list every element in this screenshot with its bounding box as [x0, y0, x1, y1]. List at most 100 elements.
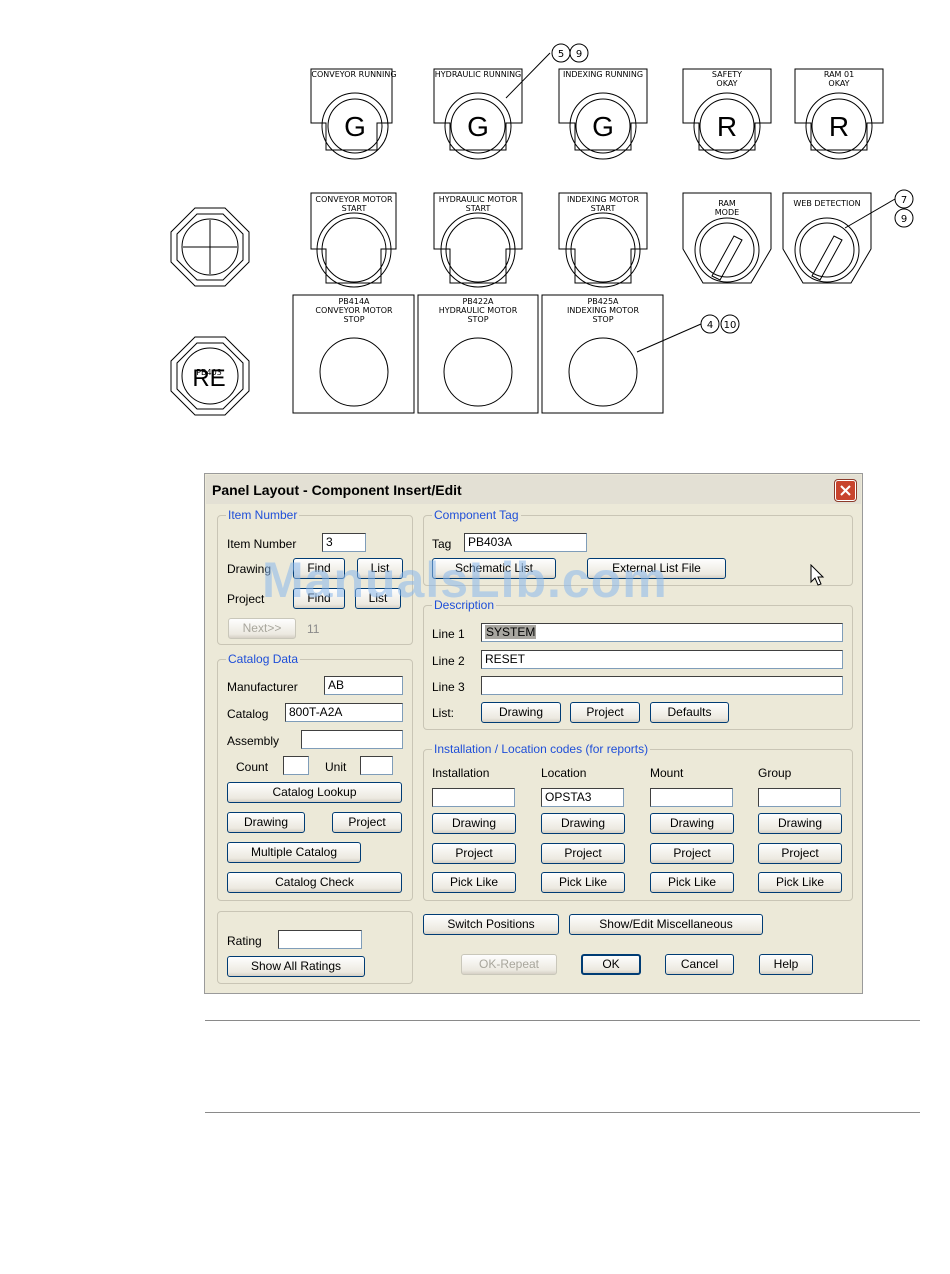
stop-button-indexing: PB425A INDEXING MOTOR STOP — [541, 294, 664, 414]
pilot-light-indexing-running: INDEXING RUNNING G — [558, 68, 648, 160]
catalog-field[interactable]: 800T-A2A — [285, 703, 403, 722]
selector-label-2: MODE — [715, 208, 739, 217]
show-all-ratings-button[interactable]: Show All Ratings — [227, 956, 365, 977]
light-label: SAFETY — [712, 70, 742, 79]
catalog-lookup-button[interactable]: Catalog Lookup — [227, 782, 402, 803]
callout-number: 5 — [558, 49, 564, 60]
catalog-project-button[interactable]: Project — [332, 812, 402, 833]
stop-label-2: STOP — [343, 315, 364, 324]
manufacturer-field[interactable]: AB — [324, 676, 403, 695]
unit-label: Unit — [325, 760, 347, 774]
callout-number: 9 — [576, 49, 582, 60]
drawing-find-button[interactable]: Find — [293, 558, 345, 579]
next-button[interactable]: Next>> — [228, 618, 296, 639]
button-label-2: START — [342, 204, 367, 213]
stop-label-2: STOP — [592, 315, 613, 324]
close-button[interactable] — [835, 480, 856, 501]
item-number-legend: Item Number — [226, 508, 300, 522]
pushbutton-hydraulic-motor-start: HYDRAULIC MOTOR START — [433, 192, 523, 288]
mount-field[interactable] — [650, 788, 733, 807]
callout-number: 4 — [707, 320, 713, 331]
group-label: Group — [758, 766, 792, 780]
installation-pick-like-button[interactable]: Pick Like — [432, 872, 516, 893]
mount-label: Mount — [650, 766, 684, 780]
mount-drawing-button[interactable]: Drawing — [650, 813, 734, 834]
description-legend: Description — [432, 598, 497, 612]
manufacturer-label: Manufacturer — [227, 680, 298, 694]
assembly-field[interactable] — [301, 730, 403, 749]
help-button[interactable]: Help — [759, 954, 813, 975]
item-number-label: Item Number — [227, 537, 297, 551]
light-label-2: OKAY — [716, 79, 737, 88]
location-pick-like-button[interactable]: Pick Like — [541, 872, 625, 893]
installation-location-legend: Installation / Location codes (for repor… — [432, 742, 651, 756]
multiple-catalog-button[interactable]: Multiple Catalog — [227, 842, 361, 863]
light-label-2: OKAY — [828, 79, 849, 88]
project-find-button[interactable]: Find — [293, 588, 345, 609]
installation-drawing-button[interactable]: Drawing — [432, 813, 516, 834]
group-drawing-button[interactable]: Drawing — [758, 813, 842, 834]
callout-right: 7 9 — [844, 189, 914, 229]
light-label: RAM 01 — [824, 70, 854, 79]
ok-button[interactable]: OK — [581, 954, 641, 975]
installation-field[interactable] — [432, 788, 515, 807]
line1-label: Line 1 — [432, 627, 465, 641]
ok-repeat-button[interactable]: OK-Repeat — [461, 954, 557, 975]
light-letter: G — [592, 111, 614, 142]
catalog-check-button[interactable]: Catalog Check — [227, 872, 402, 893]
project-label: Project — [227, 592, 265, 606]
close-icon — [840, 485, 851, 496]
location-project-button[interactable]: Project — [541, 843, 625, 864]
title-bar[interactable]: Panel Layout - Component Insert/Edit — [206, 475, 861, 504]
tag-label: Tag — [432, 537, 452, 551]
pilot-light-safety-okay: SAFETY OKAY R — [682, 68, 772, 160]
switch-positions-button[interactable]: Switch Positions — [423, 914, 559, 935]
stop-button-hydraulic: PB422A HYDRAULIC MOTOR STOP — [417, 294, 539, 414]
schematic-list-button[interactable]: Schematic List — [432, 558, 556, 579]
mount-pick-like-button[interactable]: Pick Like — [650, 872, 734, 893]
line2-field[interactable]: RESET — [481, 650, 843, 669]
mouse-pointer-icon — [810, 564, 825, 586]
location-field[interactable]: OPSTA3 — [541, 788, 624, 807]
pushbutton-indexing-motor-start: INDEXING MOTOR START — [558, 192, 648, 288]
line3-label: Line 3 — [432, 680, 465, 694]
installation-project-button[interactable]: Project — [432, 843, 516, 864]
rating-field[interactable] — [278, 930, 362, 949]
line3-field[interactable] — [481, 676, 843, 695]
project-list-button[interactable]: List — [355, 588, 401, 609]
group-field[interactable] — [758, 788, 841, 807]
mount-project-button[interactable]: Project — [650, 843, 734, 864]
light-label: CONVEYOR RUNNING — [311, 70, 396, 79]
description-defaults-button[interactable]: Defaults — [650, 702, 729, 723]
drawing-list-button[interactable]: List — [357, 558, 403, 579]
dialog-title: Panel Layout - Component Insert/Edit — [212, 482, 462, 498]
next-item-number: 11 — [307, 622, 320, 636]
description-drawing-button[interactable]: Drawing — [481, 702, 561, 723]
light-letter: R — [717, 111, 737, 142]
unit-field[interactable] — [360, 756, 393, 775]
item-number-field[interactable]: 3 — [322, 533, 366, 552]
selector-label: WEB DETECTION — [793, 199, 860, 208]
tag-field[interactable]: PB403A — [464, 533, 587, 552]
reset-tag: PB403 — [196, 368, 222, 377]
line1-field[interactable]: SYSTEM — [481, 623, 843, 642]
group-pick-like-button[interactable]: Pick Like — [758, 872, 842, 893]
location-drawing-button[interactable]: Drawing — [541, 813, 625, 834]
show-edit-miscellaneous-button[interactable]: Show/Edit Miscellaneous — [569, 914, 763, 935]
selector-ram-mode: RAM MODE — [682, 192, 772, 284]
cancel-button[interactable]: Cancel — [665, 954, 734, 975]
pilot-light-ram-okay: RAM 01 OKAY R — [794, 68, 884, 160]
assembly-label: Assembly — [227, 734, 280, 748]
pilot-light-conveyor-running: CONVEYOR RUNNING G — [310, 68, 397, 160]
light-letter: G — [344, 111, 366, 142]
stop-label: INDEXING MOTOR — [567, 306, 640, 315]
stop-label: CONVEYOR MOTOR — [315, 306, 393, 315]
count-field[interactable] — [283, 756, 309, 775]
external-list-file-button[interactable]: External List File — [587, 558, 726, 579]
description-project-button[interactable]: Project — [570, 702, 640, 723]
group-project-button[interactable]: Project — [758, 843, 842, 864]
pushbutton-conveyor-motor-start: CONVEYOR MOTOR START — [310, 192, 397, 288]
light-label: HYDRAULIC RUNNING — [435, 70, 522, 79]
catalog-data-group: Catalog Data — [217, 652, 413, 901]
catalog-drawing-button[interactable]: Drawing — [227, 812, 305, 833]
